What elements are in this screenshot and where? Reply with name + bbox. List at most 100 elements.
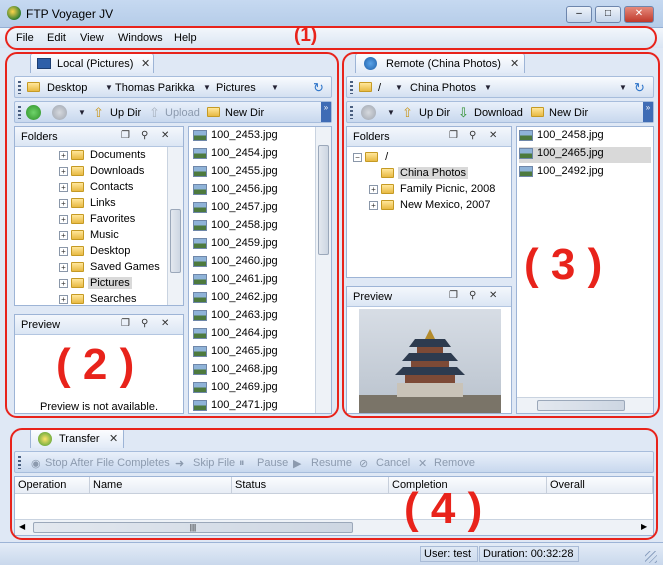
- folder-tree-item[interactable]: + Pictures: [59, 277, 132, 293]
- stop-after-file-button[interactable]: Stop After File Completes: [45, 457, 170, 469]
- expand-icon[interactable]: +: [59, 182, 68, 192]
- folder-tree-item[interactable]: + Downloads: [59, 165, 146, 181]
- forward-icon[interactable]: [361, 105, 376, 120]
- file-list-item[interactable]: 100_2469.jpg: [193, 381, 278, 397]
- file-list-item[interactable]: 100_2464.jpg: [193, 327, 278, 343]
- menu-windows[interactable]: Windows: [118, 32, 163, 44]
- pin-icon[interactable]: ⚲: [469, 130, 476, 141]
- file-list-item[interactable]: 100_2471.jpg: [193, 399, 278, 415]
- folder-tree-item[interactable]: + Contacts: [59, 181, 135, 197]
- folder-tree-item[interactable]: + Family Picnic, 2008: [369, 183, 497, 199]
- expand-icon[interactable]: +: [369, 184, 378, 194]
- scroll-thumb[interactable]: [318, 145, 329, 255]
- resume-button[interactable]: Resume: [311, 457, 352, 469]
- chevron-down-icon[interactable]: ▼: [484, 83, 492, 92]
- chevron-down-icon[interactable]: ▼: [619, 83, 627, 92]
- expand-icon[interactable]: +: [59, 294, 68, 304]
- download-button[interactable]: Download: [474, 107, 523, 119]
- expand-icon[interactable]: +: [59, 166, 68, 176]
- file-list-item[interactable]: 100_2468.jpg: [193, 363, 278, 379]
- chevron-down-icon[interactable]: ▼: [203, 83, 211, 92]
- pause-button[interactable]: Pause: [257, 457, 288, 469]
- chevron-down-icon[interactable]: ▼: [78, 108, 86, 117]
- remove-button[interactable]: Remove: [434, 457, 475, 469]
- new-dir-button[interactable]: New Dir: [549, 107, 588, 119]
- float-icon[interactable]: ❐: [449, 130, 458, 141]
- folder-tree-item[interactable]: + Links: [59, 197, 118, 213]
- folder-tree-item[interactable]: China Photos: [369, 167, 469, 183]
- up-dir-button[interactable]: Up Dir: [419, 107, 450, 119]
- col-overall[interactable]: Overall: [547, 477, 653, 494]
- new-dir-button[interactable]: New Dir: [225, 107, 264, 119]
- close-icon[interactable]: ✕: [109, 432, 118, 445]
- float-icon[interactable]: ❐: [121, 130, 130, 141]
- col-operation[interactable]: Operation: [15, 477, 90, 494]
- transfer-hscrollbar[interactable]: ◀ ||| ▶: [15, 519, 653, 535]
- cancel-button[interactable]: Cancel: [376, 457, 410, 469]
- scroll-thumb[interactable]: [170, 209, 181, 273]
- file-list-item[interactable]: 100_2459.jpg: [193, 237, 278, 253]
- file-list-item[interactable]: 100_2457.jpg: [193, 201, 278, 217]
- tab-remote[interactable]: Remote (China Photos) ✕: [355, 53, 525, 73]
- remote-files-hscrollbar[interactable]: [517, 397, 653, 413]
- file-list-item[interactable]: 100_2463.jpg: [193, 309, 278, 325]
- expand-icon[interactable]: +: [59, 262, 68, 272]
- file-list-item[interactable]: 100_2465.jpg: [193, 345, 278, 361]
- folder-tree-item[interactable]: + Documents: [59, 149, 148, 165]
- file-list-item[interactable]: 100_2462.jpg: [193, 291, 278, 307]
- folder-tree-item[interactable]: + Searches: [59, 293, 138, 309]
- minimize-button[interactable]: –: [566, 6, 592, 23]
- tab-local[interactable]: Local (Pictures) ✕: [30, 53, 154, 73]
- file-list-item[interactable]: 100_2461.jpg: [193, 273, 278, 289]
- folder-tree-item[interactable]: + Saved Games: [59, 261, 162, 277]
- menu-help[interactable]: Help: [174, 32, 197, 44]
- path-desktop[interactable]: Desktop: [47, 82, 87, 94]
- up-dir-button[interactable]: Up Dir: [110, 107, 141, 119]
- close-icon[interactable]: ✕: [489, 290, 497, 301]
- pin-icon[interactable]: ⚲: [141, 318, 148, 329]
- upload-button[interactable]: Upload: [165, 107, 200, 119]
- skip-file-button[interactable]: Skip File: [193, 457, 235, 469]
- file-list-item[interactable]: 100_2460.jpg: [193, 255, 278, 271]
- expand-icon[interactable]: +: [59, 230, 68, 240]
- folder-tree-item[interactable]: + Favorites: [59, 213, 137, 229]
- menu-file[interactable]: File: [16, 32, 34, 44]
- file-list-item[interactable]: 100_2456.jpg: [193, 183, 278, 199]
- refresh-icon[interactable]: ↻: [313, 80, 324, 96]
- expand-icon[interactable]: +: [59, 214, 68, 224]
- expand-icon[interactable]: +: [59, 278, 68, 288]
- chevron-down-icon[interactable]: ▼: [271, 83, 279, 92]
- close-button[interactable]: ✕: [624, 6, 654, 23]
- scroll-left-icon[interactable]: ◀: [19, 522, 25, 531]
- resize-grip-icon[interactable]: [645, 551, 657, 563]
- file-list-item[interactable]: 100_2455.jpg: [193, 165, 278, 181]
- chevron-down-icon[interactable]: ▼: [395, 83, 403, 92]
- local-folders-scrollbar[interactable]: [167, 147, 183, 305]
- folder-tree-item[interactable]: + Music: [59, 229, 121, 245]
- expand-icon[interactable]: +: [59, 246, 68, 256]
- overflow-icon[interactable]: »: [321, 102, 331, 122]
- expand-icon[interactable]: +: [59, 150, 68, 160]
- file-list-item[interactable]: 100_2492.jpg: [519, 165, 651, 181]
- folder-tree-item[interactable]: + Desktop: [59, 245, 132, 261]
- file-list-item[interactable]: 100_2458.jpg: [519, 129, 651, 145]
- col-name[interactable]: Name: [90, 477, 232, 494]
- folder-tree-item[interactable]: + New Mexico, 2007: [369, 199, 493, 215]
- menu-edit[interactable]: Edit: [47, 32, 66, 44]
- close-icon[interactable]: ✕: [161, 130, 169, 141]
- col-status[interactable]: Status: [232, 477, 389, 494]
- file-list-item[interactable]: 100_2453.jpg: [193, 129, 278, 145]
- path-root[interactable]: /: [378, 82, 381, 94]
- forward-icon[interactable]: [52, 105, 67, 120]
- chevron-down-icon[interactable]: ▼: [387, 108, 395, 117]
- file-list-item[interactable]: 100_2454.jpg: [193, 147, 278, 163]
- file-list-item[interactable]: 100_2458.jpg: [193, 219, 278, 235]
- file-list-item[interactable]: 100_2465.jpg: [519, 147, 651, 163]
- expand-icon[interactable]: +: [59, 198, 68, 208]
- tab-transfer[interactable]: Transfer ✕: [30, 428, 124, 448]
- local-files-scrollbar[interactable]: [315, 127, 331, 413]
- path-user[interactable]: Thomas Parikka: [115, 82, 194, 94]
- close-icon[interactable]: ✕: [510, 57, 519, 70]
- expand-icon[interactable]: +: [369, 200, 378, 210]
- close-icon[interactable]: ✕: [141, 57, 150, 70]
